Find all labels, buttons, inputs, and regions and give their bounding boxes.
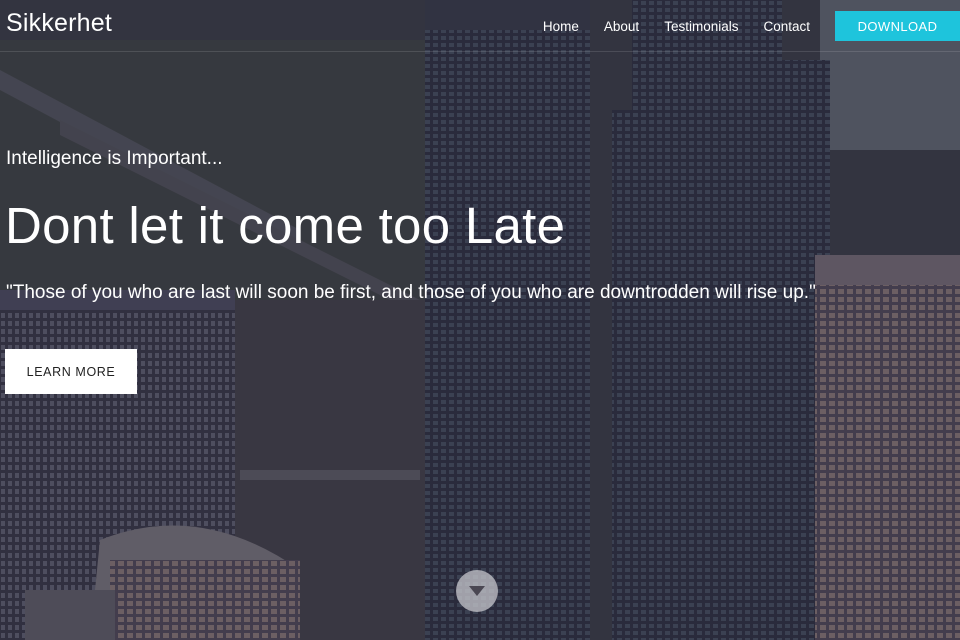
hero-headline: Dont let it come too Late [5, 197, 566, 254]
background-overlay [0, 0, 960, 640]
navbar: Sikkerhet Home About Testimonials Contac… [0, 0, 960, 52]
hero-eyebrow: Intelligence is Important... [6, 148, 223, 169]
download-button[interactable]: DOWNLOAD [835, 11, 960, 41]
hero-quote: "Those of you who are last will soon be … [6, 282, 816, 303]
chevron-down-icon [469, 586, 485, 596]
nav-links: Home About Testimonials Contact DOWNLOAD [543, 0, 960, 52]
nav-link-contact[interactable]: Contact [763, 19, 810, 34]
scroll-down-button[interactable] [456, 570, 498, 612]
nav-link-testimonials[interactable]: Testimonials [664, 19, 738, 34]
hero-section: Sikkerhet Home About Testimonials Contac… [0, 0, 960, 640]
brand-logo[interactable]: Sikkerhet [6, 9, 112, 38]
learn-more-button[interactable]: LEARN MORE [5, 349, 137, 394]
nav-link-home[interactable]: Home [543, 19, 579, 34]
nav-link-about[interactable]: About [604, 19, 639, 34]
